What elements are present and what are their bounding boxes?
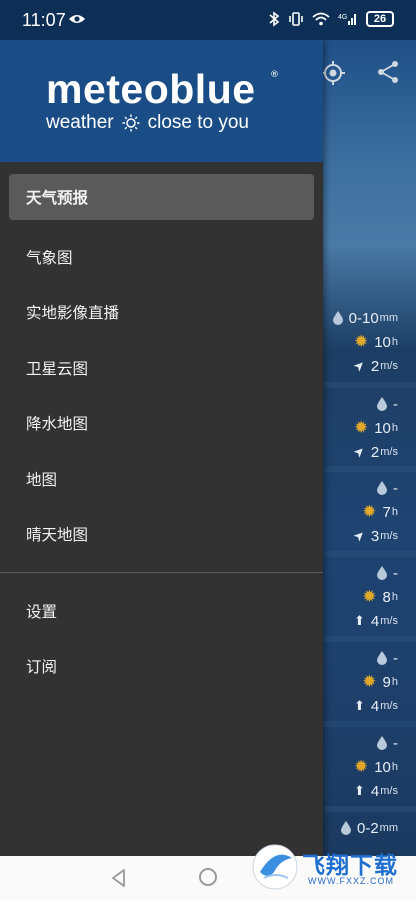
sun-icon: ✹ [353, 418, 369, 437]
watermark-url: WWW.FXXZ.COM [308, 876, 394, 886]
menu-item-maps[interactable]: 地图 [0, 451, 323, 507]
row-separator [324, 806, 416, 812]
row-separator [324, 636, 416, 642]
forecast-row[interactable]: - ✹ 10 h ➤ 2 m/s [324, 392, 416, 464]
raindrop-icon [340, 821, 351, 835]
menu-item-satellite[interactable]: 卫星云图 [0, 340, 323, 396]
forecast-row[interactable]: 0-2 mm [324, 816, 416, 840]
wind-arrow-icon: ⬆ [354, 698, 365, 713]
raindrop-icon [377, 736, 387, 750]
raindrop-icon [377, 481, 387, 495]
status-bar: 11:07 4G 26 [0, 0, 416, 40]
raindrop-icon [332, 311, 343, 325]
watermark-text: 飞翔下载 [302, 852, 398, 878]
wind-arrow-icon: ➤ [349, 356, 369, 375]
tagline: weather close to you [46, 112, 250, 133]
vibrate-icon [289, 12, 303, 26]
raindrop-icon [377, 566, 387, 580]
sun-icon: ✹ [362, 587, 377, 606]
meteoblue-logo: meteoblue [46, 66, 256, 112]
battery-indicator: 26 [366, 11, 394, 27]
sun-icon: ✹ [353, 332, 369, 351]
registered-mark: ® [270, 70, 279, 80]
back-icon[interactable] [111, 869, 127, 887]
forecast-row[interactable]: - ✹ 7 h ➤ 3 m/s [324, 476, 416, 548]
menu-item-webcams[interactable]: 实地影像直播 [0, 285, 323, 341]
menu-item-forecast[interactable]: 天气预报 [9, 174, 314, 220]
watermark: 飞翔下载 WWW.FXXZ.COM [250, 838, 406, 894]
sun-icon: ✹ [362, 502, 377, 521]
status-time: 11:07 [22, 10, 66, 30]
forecast-row[interactable]: 0-10 mm ✹ 10 h ➤ 2 m/s [324, 306, 416, 378]
menu-item-precipitation-map[interactable]: 降水地图 [0, 396, 323, 452]
raindrop-icon [377, 651, 387, 665]
share-icon[interactable] [376, 60, 400, 84]
wifi-icon [312, 12, 330, 26]
home-icon[interactable] [199, 868, 217, 886]
wind-arrow-icon: ➤ [349, 526, 369, 545]
forecast-row[interactable]: - ✹ 10 h ⬆ 4 m/s [324, 731, 416, 803]
sun-icon [122, 114, 140, 132]
navigation-drawer: meteoblue ® weather close to you 天气预报 气象… [0, 40, 323, 856]
row-separator [324, 382, 416, 388]
eye-icon [69, 15, 85, 23]
drawer-header: meteoblue ® weather close to you [0, 40, 323, 162]
menu-divider [0, 572, 323, 573]
signal-icon: 4G [338, 14, 356, 25]
forecast-row[interactable]: - ✹ 8 h ⬆ 4 m/s [324, 561, 416, 633]
target-icon[interactable] [320, 60, 346, 86]
wind-arrow-icon: ⬆ [354, 783, 365, 798]
wind-arrow-icon: ⬆ [354, 613, 365, 628]
raindrop-icon [377, 397, 387, 411]
row-separator [324, 551, 416, 557]
row-separator [324, 466, 416, 472]
menu-item-settings[interactable]: 设置 [0, 583, 323, 639]
bluetooth-icon [269, 11, 280, 27]
sun-icon: ✹ [353, 757, 369, 776]
watermark-logo-icon [252, 844, 298, 890]
row-separator [324, 721, 416, 727]
svg-text:4G: 4G [338, 14, 347, 21]
menu-item-meteograms[interactable]: 气象图 [0, 229, 323, 285]
menu-item-clear-sky-map[interactable]: 晴天地图 [0, 507, 323, 563]
sun-icon: ✹ [362, 672, 377, 691]
forecast-row[interactable]: - ✹ 9 h ⬆ 4 m/s [324, 646, 416, 718]
menu-item-subscription[interactable]: 订阅 [0, 639, 323, 695]
status-icons: 4G 26 [268, 11, 394, 27]
drawer-menu: 天气预报 气象图 实地影像直播 卫星云图 降水地图 地图 晴天地图 设置 订阅 [0, 170, 323, 694]
wind-arrow-icon: ➤ [349, 442, 369, 461]
